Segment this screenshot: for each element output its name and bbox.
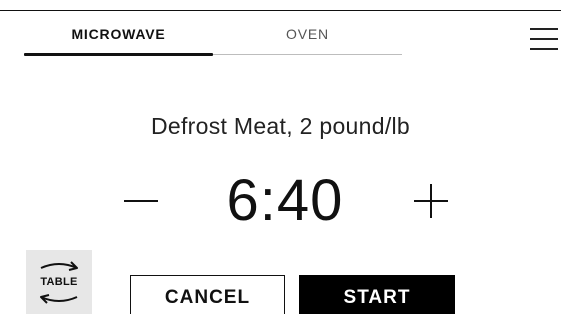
start-button-label: START <box>343 286 411 308</box>
cancel-button-label: CANCEL <box>164 286 251 308</box>
minus-icon[interactable] <box>118 178 164 224</box>
tab-oven[interactable]: OVEN <box>213 11 402 57</box>
turntable-button[interactable]: TABLE <box>26 250 92 314</box>
hamburger-menu-icon[interactable] <box>530 24 560 54</box>
timer-row: 6:40 <box>0 160 561 240</box>
tab-oven-label: OVEN <box>286 26 329 42</box>
tab-microwave-label: MICROWAVE <box>71 26 166 42</box>
tab-microwave[interactable]: MICROWAVE <box>24 11 213 57</box>
mode-tabs: MICROWAVE OVEN <box>24 11 402 57</box>
plus-icon[interactable] <box>408 178 454 224</box>
timer-display: 6:40 <box>226 167 344 233</box>
turntable-label: TABLE <box>40 276 78 288</box>
cancel-button[interactable]: CANCEL <box>130 275 285 314</box>
start-button[interactable]: START <box>299 275 455 314</box>
active-tab-indicator <box>24 53 213 56</box>
program-title: Defrost Meat, 2 pound/lb <box>150 113 411 139</box>
